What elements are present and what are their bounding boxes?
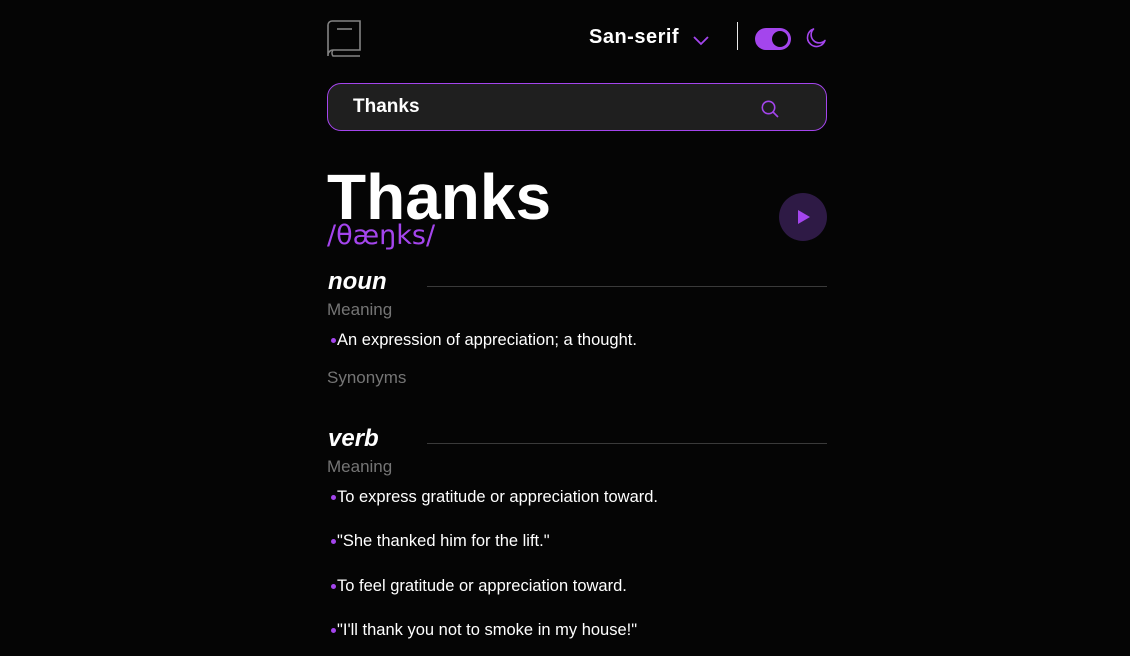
moon-icon <box>806 28 826 48</box>
search-input[interactable] <box>353 84 753 130</box>
part-of-speech-noun: noun <box>328 268 387 295</box>
definition-text: To feel gratitude or appreciation toward… <box>337 577 627 595</box>
entry-phonetic: /θæŋks/ <box>327 220 436 251</box>
bullet <box>331 338 336 343</box>
definition-text: An expression of appreciation; a thought… <box>337 331 637 349</box>
bullet <box>331 584 336 589</box>
header-divider <box>737 22 738 50</box>
definition-text: To express gratitude or appreciation tow… <box>337 488 659 506</box>
font-family-label: San-serif <box>589 25 680 48</box>
toggle-knob <box>772 31 788 47</box>
font-family-dropdown[interactable]: San-serif <box>589 22 709 52</box>
bullet <box>331 495 336 500</box>
definition-text: "She thanked him for the lift." <box>337 532 550 550</box>
part-of-speech-verb: verb <box>328 425 379 452</box>
synonyms-label: Synonyms <box>327 368 407 387</box>
chevron-down-icon <box>693 36 709 46</box>
meaning-label: Meaning <box>327 300 393 319</box>
bullet <box>331 539 336 544</box>
search-icon[interactable] <box>761 100 779 118</box>
book-logo-icon[interactable] <box>327 20 363 58</box>
play-audio-button[interactable] <box>779 193 827 241</box>
definition-text: "I'll thank you not to smoke in my house… <box>337 621 638 639</box>
play-icon <box>798 210 810 224</box>
section-divider <box>427 286 827 287</box>
dictionary-page: San-serif Thanks /θæŋks/ <box>0 0 1130 656</box>
meaning-label: Meaning <box>327 457 393 476</box>
definition-item: "I'll thank you not to smoke in my house… <box>331 619 638 641</box>
bullet <box>331 628 336 633</box>
search-bar <box>327 83 827 131</box>
definition-item: To express gratitude or appreciation tow… <box>331 486 659 508</box>
definition-item: An expression of appreciation; a thought… <box>331 329 637 351</box>
definition-item: "She thanked him for the lift." <box>331 530 550 552</box>
dark-mode-toggle[interactable] <box>755 28 791 50</box>
app-header: San-serif <box>327 20 827 60</box>
section-divider <box>427 443 827 444</box>
definition-item: To feel gratitude or appreciation toward… <box>331 575 627 597</box>
